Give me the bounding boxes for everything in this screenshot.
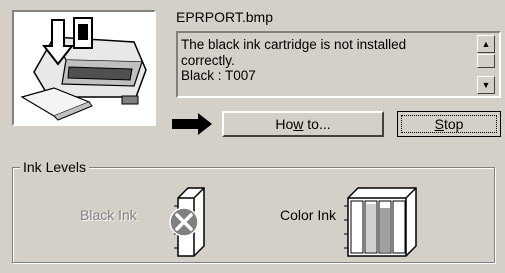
message-box[interactable]: The black ink cartridge is not installed… [176,31,501,98]
stop-label: Stop [434,116,464,132]
arrow-right-icon [172,113,212,135]
message-scrollbar[interactable]: ▲ ▼ [477,35,497,94]
arrow-down-icon: ▼ [481,80,491,90]
arrow-up-icon: ▲ [481,39,491,49]
color-ink-label: Color Ink [280,207,337,223]
printer-image [12,10,156,126]
scroll-up-button[interactable]: ▲ [477,35,495,53]
scroll-down-button[interactable]: ▼ [477,76,495,94]
ink-levels-title: Ink Levels [20,159,90,175]
printer-icon [20,17,147,121]
message-text: The black ink cartridge is not installed… [181,37,407,83]
scroll-thumb[interactable] [477,54,495,68]
black-ink-cartridge-icon [169,187,205,257]
how-to-button[interactable]: How to... [222,111,384,137]
how-to-label: How to... [275,116,331,132]
stop-button[interactable]: Stop [397,111,501,137]
file-name: EPRPORT.bmp [176,9,273,25]
error-x-icon [169,207,199,237]
black-ink-label: Black Ink [80,207,137,223]
color-ink-cartridge-icon [344,187,417,257]
